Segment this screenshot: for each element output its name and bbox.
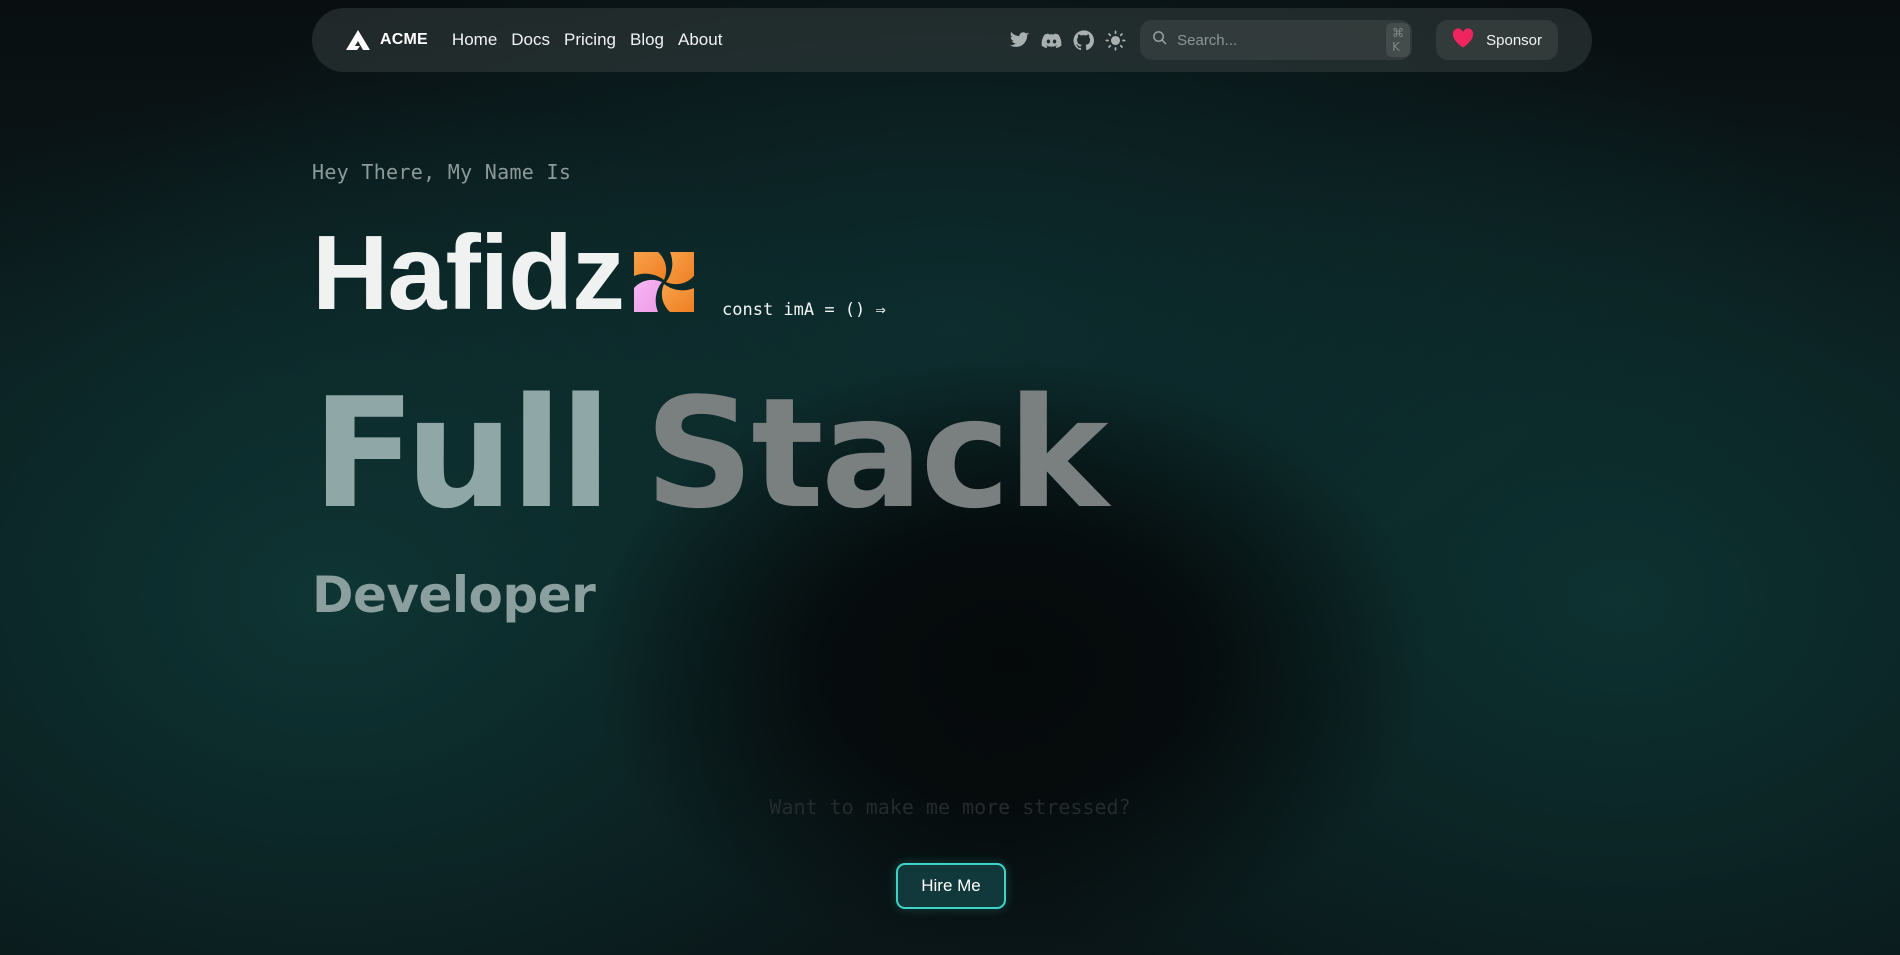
heart-icon [1452,27,1474,53]
discord-icon[interactable] [1040,29,1062,51]
theme-toggle-icon[interactable] [1104,29,1126,51]
nav-link-pricing[interactable]: Pricing [564,30,616,50]
code-snippet: const imA = () ⇒ [722,300,886,320]
brand-name: ACME [380,31,428,48]
nav-link-docs[interactable]: Docs [511,30,550,50]
hero-title-word-1: Full [312,365,612,542]
search-icon [1152,30,1167,50]
search-box[interactable]: ⌘ K [1140,20,1413,60]
nav-link-home[interactable]: Home [452,30,497,50]
sponsor-button[interactable]: Sponsor [1436,20,1558,60]
brand[interactable]: ACME [346,30,428,50]
hero-title-word-2: Stack [644,365,1109,542]
twitter-icon[interactable] [1008,29,1030,51]
hero-title: Full Stack [312,365,1109,542]
hero-subtitle: Developer [312,566,596,624]
pinwheel-logo-icon [634,252,694,312]
navbar: ACME Home Docs Pricing Blog About Search… [312,8,1592,72]
sponsor-label: Sponsor [1486,31,1542,49]
hire-me-button[interactable]: Hire Me [896,863,1006,909]
nav-link-about[interactable]: About [678,30,722,50]
social-icons [1008,29,1126,51]
acme-logo-icon [346,30,370,50]
hero-tagline: Want to make me more stressed? [769,795,1131,819]
nav-link-blog[interactable]: Blog [630,30,664,50]
hero-greeting: Hey There, My Name Is [312,160,572,184]
name-row: Hafidz const imA = () ⇒ [312,220,886,326]
hero-name: Hafidz [312,214,625,332]
search-input[interactable] [1175,30,1379,50]
github-icon[interactable] [1072,29,1094,51]
search-shortcut-badge: ⌘ K [1386,23,1411,57]
nav-links: Home Docs Pricing Blog About [452,30,723,50]
